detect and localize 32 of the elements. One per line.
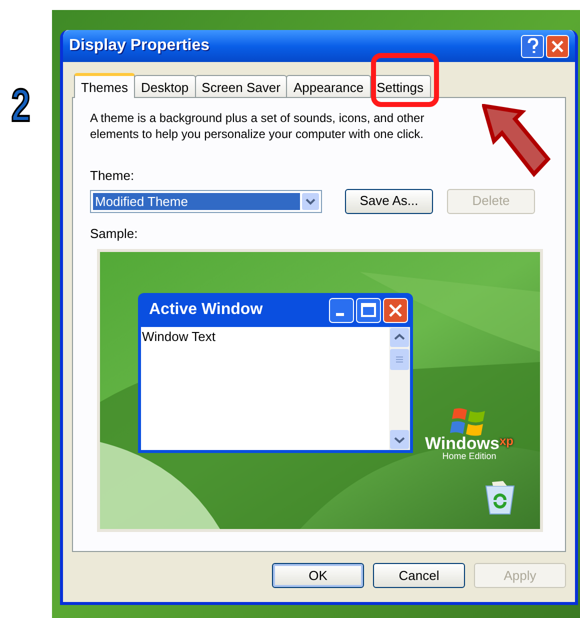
tab[interactable]: Themes xyxy=(74,73,135,98)
window-text: Window Text xyxy=(141,328,216,346)
theme-dropdown[interactable]: Modified Theme xyxy=(90,190,322,212)
description-text: A theme is a background plus a set of sounds, icons, and other elements to help you personalize your computer with one click. xyxy=(90,110,426,142)
question-mark-icon xyxy=(526,38,538,54)
help-button[interactable] xyxy=(521,34,544,58)
dropdown-value: Modified Theme xyxy=(93,192,300,210)
close-icon xyxy=(383,298,408,322)
maximize-icon xyxy=(356,298,381,322)
save-as-button[interactable]: Save As... xyxy=(345,188,433,214)
theme-label: Theme: xyxy=(90,167,136,185)
windows-logo-text: Windows xyxy=(425,435,500,452)
sample-label: Sample: xyxy=(90,224,139,243)
edition-text: Home Edition xyxy=(442,452,496,461)
chevron-down-icon xyxy=(302,192,319,210)
tab[interactable]: Screen Saver xyxy=(194,75,288,97)
scroll-down-icon xyxy=(390,430,409,449)
recycle-bin-icon xyxy=(483,480,517,516)
scroll-thumb-icon xyxy=(390,349,409,370)
step-number: 2 xyxy=(11,82,30,128)
ok-button[interactable]: OK xyxy=(272,563,364,588)
tab[interactable]: Appearance xyxy=(286,75,371,97)
tab[interactable]: Settings xyxy=(370,75,431,97)
xp-logo-text: xp xyxy=(499,435,514,447)
close-icon xyxy=(551,40,564,52)
tab[interactable]: Desktop xyxy=(134,75,196,97)
preview-window-title: Active Window xyxy=(149,300,264,320)
scroll-up-icon xyxy=(390,328,409,347)
cancel-button[interactable]: Cancel xyxy=(373,563,465,588)
minimize-icon xyxy=(329,298,354,322)
close-button[interactable] xyxy=(546,34,569,58)
window-title: Display Properties xyxy=(69,36,210,56)
